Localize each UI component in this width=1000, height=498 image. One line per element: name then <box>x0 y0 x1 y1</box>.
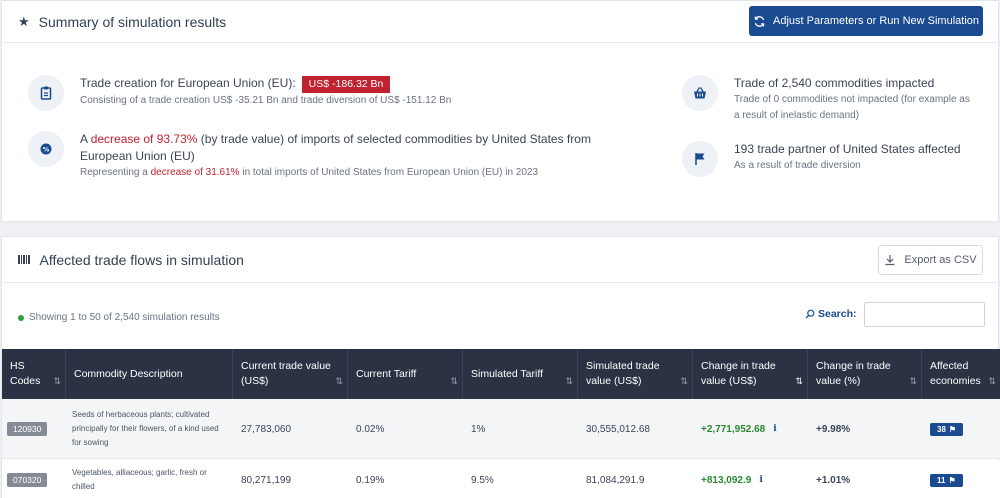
simulated-trade-value: 30,555,012.68 <box>586 423 650 435</box>
change-trade-value: +2,771,952.68 <box>701 423 766 435</box>
current-tariff: 0.02% <box>356 423 385 435</box>
change-trade-pct: +1.01% <box>816 474 851 486</box>
export-csv-button[interactable]: Export as CSV <box>878 245 983 275</box>
sort-icon: ⇅ <box>909 376 917 386</box>
column-simulated-trade-value[interactable]: Simulated trade value (US$) ⇅ <box>578 349 693 399</box>
sort-icon: ⇅ <box>450 376 458 386</box>
decrease-sub-highlight: decrease of 31.61% <box>150 167 240 178</box>
column-simulated-tariff[interactable]: Simulated Tariff ⇅ <box>463 349 578 399</box>
trade-flows-title: Affected trade flows in simulation <box>39 251 244 268</box>
status-dot-icon <box>18 314 24 321</box>
simulated-tariff: 1% <box>471 423 486 435</box>
refresh-icon <box>754 15 765 27</box>
hs-code-badge[interactable]: 070320 <box>7 473 48 487</box>
commodities-sub: Trade of 0 commodities not impacted (for… <box>734 94 970 121</box>
flag-icon: ⚑ <box>948 475 956 485</box>
commodity-description: Seeds of herbaceous plants; cultivated p… <box>72 410 219 447</box>
simulated-tariff: 9.5% <box>471 474 494 486</box>
import-decrease-sub: Representing a decrease of 31.61% in tot… <box>80 167 539 178</box>
column-affected-economies[interactable]: Affected economies ⇅ <box>922 349 1000 399</box>
summary-card: ★ Summary of simulation results Adjust P… <box>1 0 999 222</box>
affected-economies-button[interactable]: 38 ⚑ <box>930 422 964 436</box>
commodities-title: Trade of 2,540 commodities impacted <box>734 76 935 90</box>
search-input[interactable] <box>864 302 985 327</box>
current-trade-value: 27,783,060 <box>241 423 292 435</box>
trade-creation-sub: Consisting of a trade creation US$ -35.2… <box>80 95 452 106</box>
import-decrease-title: A decrease of 93.73% (by trade value) of… <box>80 132 591 163</box>
summary-title: Summary of simulation results <box>38 13 227 30</box>
adjust-parameters-button[interactable]: Adjust Parameters or Run New Simulation <box>749 6 983 36</box>
search-label: Search: <box>805 308 857 320</box>
table-row: 070320 Vegetables, alliaceous; garlic, f… <box>2 460 1000 498</box>
basket-icon <box>682 75 718 111</box>
partners-metric: 193 trade partner of United States affec… <box>682 141 982 177</box>
sort-icon: ⇅ <box>988 376 996 386</box>
info-icon[interactable]: i <box>773 424 776 434</box>
sort-icon: ⇅ <box>795 376 803 386</box>
export-csv-label: Export as CSV <box>904 254 977 266</box>
column-current-tariff[interactable]: Current Tariff ⇅ <box>348 349 463 399</box>
simulated-trade-value: 81,084,291.9 <box>586 474 645 486</box>
search-icon <box>805 309 815 319</box>
results-count-text: Showing 1 to 50 of 2,540 simulation resu… <box>29 312 220 323</box>
import-decrease-metric: % A decrease of 93.73% (by trade value) … <box>28 131 648 181</box>
hs-code-badge[interactable]: 120930 <box>7 422 48 436</box>
change-trade-value: +813,092.9 <box>701 474 752 486</box>
trade-creation-metric: Trade creation for European Union (EU): U… <box>28 75 648 111</box>
current-trade-value: 80,271,199 <box>241 474 292 486</box>
commodity-description: Vegetables, alliaceous; garlic, fresh or… <box>72 468 207 491</box>
flag-icon <box>682 141 718 177</box>
decrease-highlight: decrease of 93.73% <box>90 132 198 146</box>
percent-icon: % <box>28 131 64 167</box>
column-commodity-description[interactable]: Commodity Description <box>66 349 233 399</box>
trade-creation-title: Trade creation for European Union (EU): U… <box>80 75 451 93</box>
results-count: Showing 1 to 50 of 2,540 simulation resu… <box>18 312 220 323</box>
column-current-trade-value[interactable]: Current trade value (US$) ⇅ <box>233 349 348 399</box>
svg-text:%: % <box>43 146 50 154</box>
trade-flows-header: Affected trade flows in simulation <box>2 237 998 283</box>
table-row: 120930 Seeds of herbaceous plants; culti… <box>2 399 1000 459</box>
clipboard-icon <box>28 75 64 111</box>
sort-icon: ⇅ <box>680 376 688 386</box>
column-change-trade-pct[interactable]: Change in trade value (%) ⇅ <box>808 349 922 399</box>
sort-icon: ⇅ <box>335 376 343 386</box>
column-hs-codes[interactable]: HS Codes ⇅ <box>2 349 66 399</box>
trade-creation-badge: US$ -186.32 Bn <box>301 76 391 93</box>
barcode-icon <box>18 255 30 264</box>
trade-flows-card: Affected trade flows in simulation Expor… <box>1 236 1000 498</box>
partners-title: 193 trade partner of United States affec… <box>734 142 961 156</box>
change-trade-pct: +9.98% <box>816 423 851 435</box>
download-icon <box>885 255 895 266</box>
column-change-trade-value[interactable]: Change in trade value (US$) ⇅ <box>693 349 808 399</box>
adjust-parameters-label: Adjust Parameters or Run New Simulation <box>772 15 980 27</box>
commodities-metric: Trade of 2,540 commodities impacted Trad… <box>682 75 982 124</box>
current-tariff: 0.19% <box>356 474 385 486</box>
info-icon[interactable]: i <box>759 475 762 485</box>
table-header: HS Codes ⇅ Commodity Description Current … <box>2 349 1000 399</box>
partners-sub: As a result of trade diversion <box>734 160 861 171</box>
flag-icon: ⚑ <box>948 424 957 434</box>
sort-icon: ⇅ <box>565 376 573 386</box>
affected-economies-button[interactable]: 11 ⚑ <box>930 473 963 487</box>
star-icon: ★ <box>18 13 30 29</box>
sort-icon: ⇅ <box>53 376 61 386</box>
